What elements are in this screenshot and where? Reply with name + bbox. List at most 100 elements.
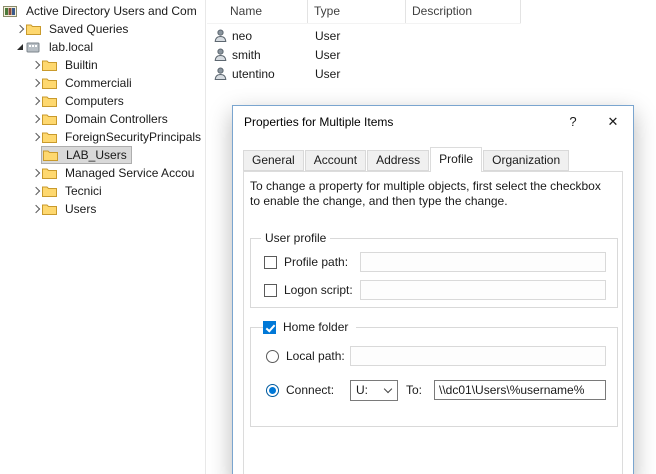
logon-script-input[interactable]	[360, 280, 606, 300]
tab-account[interactable]: Account	[305, 150, 366, 171]
profile-path-checkbox[interactable]	[264, 256, 277, 269]
tree-item-builtin[interactable]: Builtin	[0, 56, 205, 74]
folder-icon	[42, 113, 57, 125]
home-folder-group: Local path: Connect: U: To:	[250, 327, 618, 427]
chevron-down-icon	[384, 385, 392, 393]
connect-path-input[interactable]	[434, 380, 606, 400]
tab-organization[interactable]: Organization	[483, 150, 569, 171]
tab-strip: General Account Address Profile Organiza…	[243, 147, 570, 171]
profile-path-input[interactable]	[360, 252, 606, 272]
tree-item-label: LAB_Users	[63, 147, 130, 163]
local-path-label: Local path:	[286, 349, 350, 363]
chevron-right-icon[interactable]	[29, 134, 42, 140]
chevron-right-icon[interactable]	[29, 80, 42, 86]
drive-letter-value: U:	[351, 383, 385, 397]
folder-icon	[42, 131, 57, 143]
domain-icon	[26, 41, 41, 54]
folder-icon	[42, 167, 57, 179]
selected-tree-item[interactable]: LAB_Users	[42, 147, 131, 163]
cell-name: utentino	[232, 67, 275, 81]
local-path-radio[interactable]	[266, 350, 279, 363]
chevron-right-icon[interactable]	[13, 26, 26, 32]
logon-script-checkbox[interactable]	[264, 284, 277, 297]
aduc-root-icon	[3, 5, 18, 18]
tree-item-label: Tecnici	[62, 183, 105, 199]
tree-item-lab-local[interactable]: lab.local	[0, 38, 205, 56]
folder-icon	[26, 23, 41, 35]
chevron-right-icon[interactable]	[29, 188, 42, 194]
column-header-type[interactable]: Type	[308, 0, 406, 23]
column-header-name[interactable]: Name	[207, 0, 308, 23]
tab-general[interactable]: General	[243, 150, 304, 171]
tree-item-label: Saved Queries	[46, 21, 131, 37]
tree-item-label: Commerciali	[62, 75, 135, 91]
list-row-neo[interactable]: neo User	[207, 26, 521, 45]
tab-profile[interactable]: Profile	[430, 147, 482, 172]
cell-name: neo	[232, 29, 252, 43]
chevron-down-icon[interactable]	[13, 44, 26, 50]
cell-type: User	[308, 67, 406, 81]
tree-item-label: Active Directory Users and Com	[23, 3, 200, 19]
tree-item-label: Domain Controllers	[62, 111, 171, 127]
list-row-utentino[interactable]: utentino User	[207, 64, 521, 83]
close-button[interactable]: ✕	[593, 106, 633, 137]
tab-address[interactable]: Address	[367, 150, 429, 171]
tree-item-tecnici[interactable]: Tecnici	[0, 182, 205, 200]
tree-item-root[interactable]: Active Directory Users and Com	[0, 2, 205, 20]
tree-item-label: lab.local	[46, 39, 96, 55]
tree-item-domain-controllers[interactable]: Domain Controllers	[0, 110, 205, 128]
connect-radio[interactable]	[266, 384, 279, 397]
folder-icon	[42, 185, 57, 197]
home-folder-checkbox[interactable]	[263, 321, 276, 334]
tree-item-commerciali[interactable]: Commerciali	[0, 74, 205, 92]
column-header-description[interactable]: Description	[406, 0, 521, 23]
user-icon	[214, 48, 227, 61]
connect-row: Connect: U: To:	[266, 380, 606, 400]
chevron-right-icon[interactable]	[29, 62, 42, 68]
console-tree: Active Directory Users and Com Saved Que…	[0, 0, 206, 474]
logon-script-label: Logon script:	[284, 283, 360, 297]
user-icon	[214, 29, 227, 42]
help-button[interactable]: ?	[553, 106, 593, 137]
chevron-right-icon[interactable]	[29, 116, 42, 122]
user-icon	[214, 67, 227, 80]
local-path-input[interactable]	[350, 346, 606, 366]
drive-letter-select[interactable]: U:	[350, 380, 398, 401]
tree-item-managed-service-accounts[interactable]: Managed Service Accou	[0, 164, 205, 182]
group-label: User profile	[261, 231, 330, 245]
folder-icon	[42, 95, 57, 107]
folder-icon	[42, 59, 57, 71]
properties-dialog: Properties for Multiple Items ? ✕ Genera…	[232, 105, 634, 474]
tree-item-foreignsecurityprincipals[interactable]: ForeignSecurityPrincipals	[0, 128, 205, 146]
logon-script-row: Logon script:	[264, 280, 606, 300]
tree-item-label: Builtin	[62, 57, 101, 73]
dialog-titlebar[interactable]: Properties for Multiple Items ? ✕	[233, 106, 633, 138]
tree-item-lab-users[interactable]: LAB_Users	[0, 146, 205, 164]
home-folder-row: Home folder	[263, 318, 356, 336]
tree-item-computers[interactable]: Computers	[0, 92, 205, 110]
tree-item-label: Computers	[62, 93, 127, 109]
list-row-smith[interactable]: smith User	[207, 45, 521, 64]
intro-text: To change a property for multiple object…	[250, 179, 612, 209]
connect-label: Connect:	[286, 383, 350, 397]
dialog-title: Properties for Multiple Items	[244, 115, 393, 129]
tree-item-label: ForeignSecurityPrincipals	[62, 129, 204, 145]
chevron-right-icon[interactable]	[29, 98, 42, 104]
chevron-right-icon[interactable]	[29, 206, 42, 212]
tree-item-label: Managed Service Accou	[62, 165, 197, 181]
tree-item-users[interactable]: Users	[0, 200, 205, 218]
local-path-row: Local path:	[266, 346, 606, 366]
cell-name: smith	[232, 48, 261, 62]
chevron-right-icon[interactable]	[29, 170, 42, 176]
home-folder-label: Home folder	[283, 320, 348, 334]
cell-type: User	[308, 48, 406, 62]
folder-icon	[42, 77, 57, 89]
profile-tab-page: To change a property for multiple object…	[243, 171, 623, 474]
folder-icon	[43, 149, 58, 161]
list-header: Name Type Description	[207, 0, 521, 24]
to-label: To:	[406, 383, 430, 397]
profile-path-row: Profile path:	[264, 252, 606, 272]
cell-type: User	[308, 29, 406, 43]
profile-path-label: Profile path:	[284, 255, 360, 269]
tree-item-saved-queries[interactable]: Saved Queries	[0, 20, 205, 38]
